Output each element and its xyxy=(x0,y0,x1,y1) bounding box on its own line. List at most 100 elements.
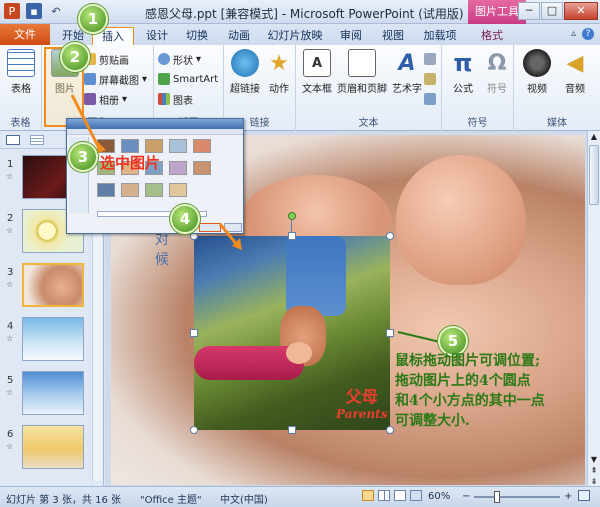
undo-icon[interactable]: ↶ xyxy=(48,3,64,19)
image-thumbnail[interactable] xyxy=(121,183,139,197)
powerpoint-app-icon[interactable]: P xyxy=(4,3,20,19)
slide-thumbnail-3[interactable]: 3 ☆ xyxy=(4,263,100,309)
action-button[interactable]: ★ 动作 xyxy=(260,49,298,96)
film-reel-icon xyxy=(523,49,551,77)
vertical-scrollbar[interactable]: ▲ ▼ ⇞ ⇟ xyxy=(587,131,600,486)
text-extra-button-1[interactable] xyxy=(424,51,436,67)
slide-sorter-icon[interactable] xyxy=(378,490,390,501)
normal-view-icon[interactable] xyxy=(362,490,374,501)
pi-icon: π xyxy=(453,49,473,77)
shapes-button[interactable]: 形状 ▾ xyxy=(158,51,201,67)
save-icon[interactable]: ▪ xyxy=(26,3,42,19)
slide-preview xyxy=(22,263,84,307)
group-label-tables: 表格 xyxy=(10,118,31,129)
reading-view-icon[interactable] xyxy=(394,490,406,501)
insert-picture-dialog[interactable] xyxy=(66,118,244,234)
slide-preview xyxy=(22,371,84,415)
resize-handle-bottom[interactable] xyxy=(288,426,296,434)
header-footer-button[interactable]: 页眉和页脚 xyxy=(336,49,388,95)
tab-animations[interactable]: 动画 xyxy=(222,27,256,45)
chart-button[interactable]: 图表 xyxy=(158,91,193,107)
slide-thumbnail-5[interactable]: 5 ☆ xyxy=(4,371,100,417)
theme-name[interactable]: "Office 主题" xyxy=(140,491,202,506)
star-icon: ★ xyxy=(269,50,289,76)
image-thumbnail[interactable] xyxy=(97,183,115,197)
maximize-button[interactable]: □ xyxy=(541,2,563,20)
group-label-symbols: 符号 xyxy=(467,118,488,129)
hyperlink-label: 超链接 xyxy=(230,84,260,95)
image-thumbnail[interactable] xyxy=(97,139,115,153)
help-icon[interactable]: ? xyxy=(582,28,594,40)
outline-tab-icon[interactable] xyxy=(30,134,44,145)
text-extra-button-3[interactable] xyxy=(424,91,436,107)
scroll-up-icon[interactable]: ▲ xyxy=(588,131,600,143)
hyperlink-button[interactable]: 超链接 xyxy=(226,49,264,95)
close-button[interactable]: ✕ xyxy=(564,2,598,20)
tab-view[interactable]: 视图 xyxy=(376,27,410,45)
resize-handle-right[interactable] xyxy=(386,329,394,337)
clipart-button[interactable]: 剪贴画 xyxy=(84,51,129,67)
instruction-note: 鼠标拖动图片可调位置; 拖动图片上的4个圆点 和4个小方点的其中一点 可调整大小… xyxy=(395,351,595,431)
window-title: 感恩父母.ppt [兼容模式] - Microsoft PowerPoint (… xyxy=(145,7,464,21)
video-button[interactable]: 视频 xyxy=(518,49,556,95)
equation-button[interactable]: π 公式 xyxy=(444,49,482,95)
smartart-icon xyxy=(158,73,170,85)
image-thumbnail[interactable] xyxy=(169,161,187,175)
album-button[interactable]: 相册 ▾ xyxy=(84,91,127,107)
group-label-media: 媒体 xyxy=(547,118,567,129)
resize-handle-left[interactable] xyxy=(190,329,198,337)
album-icon xyxy=(84,93,96,105)
tab-review[interactable]: 审阅 xyxy=(334,27,368,45)
image-thumbnail[interactable] xyxy=(145,139,163,153)
minimize-button[interactable]: ─ xyxy=(518,2,540,20)
tab-file[interactable]: 文件 xyxy=(0,24,50,45)
slideshow-view-icon[interactable] xyxy=(410,490,422,501)
table-label: 表格 xyxy=(11,84,31,95)
tab-addins[interactable]: 加载项 xyxy=(418,27,462,45)
globe-icon xyxy=(231,49,259,77)
tab-transitions[interactable]: 切换 xyxy=(180,27,214,45)
slide-thumbnail-4[interactable]: 4 ☆ xyxy=(4,317,100,363)
prev-slide-icon[interactable]: ⇞ xyxy=(588,466,600,475)
slide-number: 1 xyxy=(7,159,14,170)
table-button[interactable]: 表格 xyxy=(2,49,40,95)
scroll-thumb[interactable] xyxy=(589,145,599,205)
fit-to-window-icon[interactable] xyxy=(578,490,590,504)
zoom-level[interactable]: 60% xyxy=(428,491,450,502)
rotation-handle[interactable] xyxy=(288,212,296,220)
textbox-button[interactable]: A 文本框 xyxy=(298,49,336,95)
image-thumbnail[interactable] xyxy=(193,139,211,153)
zoom-in-button[interactable]: + xyxy=(564,491,572,502)
image-thumbnail[interactable] xyxy=(169,139,187,153)
tab-design[interactable]: 设计 xyxy=(140,27,174,45)
slide-number: 4 xyxy=(7,321,14,332)
smartart-button[interactable]: SmartArt xyxy=(158,71,218,87)
screenshot-button[interactable]: 屏幕截图 ▾ xyxy=(84,71,147,87)
next-slide-icon[interactable]: ⇟ xyxy=(588,477,600,486)
minimize-ribbon-icon[interactable]: ▵ xyxy=(571,28,576,40)
symbol-button[interactable]: Ω 符号 xyxy=(478,49,516,96)
slide-thumbnail-6[interactable]: 6 ☆ xyxy=(4,425,100,471)
zoom-slider-thumb[interactable] xyxy=(494,491,500,503)
image-thumbnail[interactable] xyxy=(145,183,163,197)
zoom-slider[interactable] xyxy=(474,491,560,503)
language-status[interactable]: 中文(中国) xyxy=(220,491,268,506)
resize-handle-top-right[interactable] xyxy=(386,232,394,240)
image-thumbnail[interactable] xyxy=(169,183,187,197)
zoom-out-button[interactable]: − xyxy=(462,491,470,502)
insert-button[interactable] xyxy=(199,223,221,232)
cancel-button[interactable] xyxy=(224,223,242,232)
scroll-down-icon[interactable]: ▼ xyxy=(588,455,600,464)
wordart-button[interactable]: A 艺术字 xyxy=(388,49,426,96)
tab-slideshow[interactable]: 幻灯片放映 xyxy=(264,27,326,45)
logo-english-text: Parents xyxy=(336,407,388,421)
resize-handle-bottom-left[interactable] xyxy=(190,426,198,434)
resize-handle-top[interactable] xyxy=(288,232,296,240)
slides-tab-icon[interactable] xyxy=(6,134,20,145)
text-extra-button-2[interactable] xyxy=(424,71,436,87)
resize-handle-bottom-right[interactable] xyxy=(386,426,394,434)
image-thumbnail[interactable] xyxy=(121,139,139,153)
tab-format[interactable]: 格式 xyxy=(472,27,512,45)
image-thumbnail[interactable] xyxy=(193,161,211,175)
audio-button[interactable]: ◀ 音频 xyxy=(556,49,594,96)
